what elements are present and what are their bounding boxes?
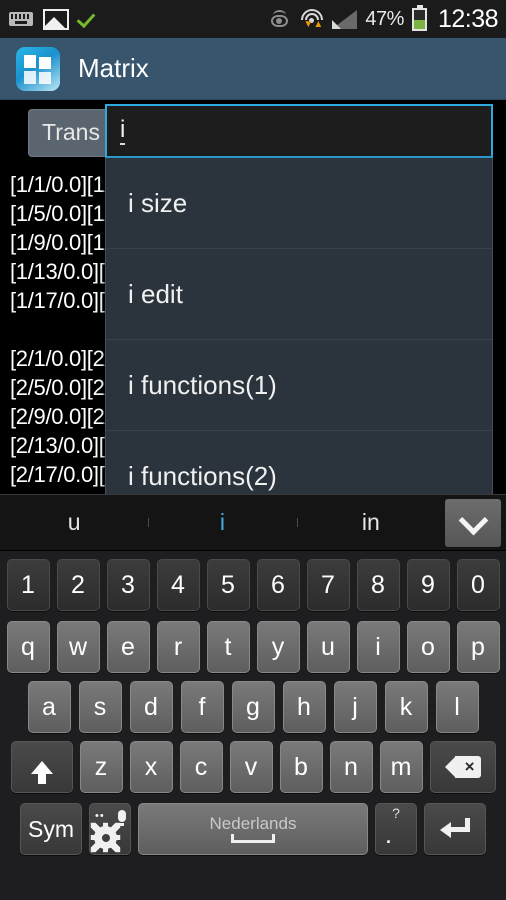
list-item[interactable]: i functions(1) xyxy=(106,340,492,431)
keyboard-rows: 1 2 3 4 5 6 7 8 9 0 q w e r t y u i o p … xyxy=(0,551,506,855)
key-l[interactable]: l xyxy=(435,681,479,733)
clock-label: 12:38 xyxy=(437,4,499,33)
key-d[interactable]: d xyxy=(129,681,173,733)
key-v[interactable]: v xyxy=(229,741,273,793)
period-key[interactable]: ? . xyxy=(375,803,417,855)
key-w[interactable]: w xyxy=(56,621,100,673)
key-f[interactable]: f xyxy=(180,681,224,733)
trans-button[interactable]: Trans xyxy=(28,109,114,157)
period-key-label: . xyxy=(385,821,392,849)
enter-key[interactable] xyxy=(424,803,486,855)
autocomplete-popup: i i size i edit i functions(1) i functio… xyxy=(105,104,493,523)
space-key[interactable]: Nederlands xyxy=(138,803,368,855)
key-e[interactable]: e xyxy=(106,621,150,673)
phone-screen: ▼▲ 47% 12:38 Matrix Trans [1/1/0.0][1/2/… xyxy=(0,0,506,900)
period-key-hint: ? xyxy=(392,805,400,821)
key-g[interactable]: g xyxy=(231,681,275,733)
key-9[interactable]: 9 xyxy=(406,559,450,611)
status-bar-left-icons xyxy=(0,8,101,30)
key-x[interactable]: x xyxy=(129,741,173,793)
keyboard-row-qwerty: q w e r t y u i o p xyxy=(0,621,506,673)
enter-icon xyxy=(440,818,470,840)
formula-input-value: i xyxy=(120,117,126,146)
key-q[interactable]: q xyxy=(6,621,50,673)
status-bar: ▼ ▲ 47% 12:38 xyxy=(0,0,506,38)
keyboard-row-zxcv: z x c v b n m × xyxy=(0,741,506,793)
key-r[interactable]: r xyxy=(156,621,200,673)
key-m[interactable]: m xyxy=(379,741,423,793)
key-j[interactable]: j xyxy=(333,681,377,733)
key-y[interactable]: y xyxy=(256,621,300,673)
suggestion-strip: u i in xyxy=(0,494,506,551)
keyboard-row-asdf: a s d f g h j k l xyxy=(0,681,506,733)
key-a[interactable]: a xyxy=(27,681,71,733)
key-3[interactable]: 3 xyxy=(106,559,150,611)
on-screen-keyboard: u i in 1 2 3 4 5 6 7 8 9 0 q w e r t y u… xyxy=(0,494,506,900)
suggestion-word-u[interactable]: u xyxy=(0,509,148,536)
suggestion-word-in[interactable]: in xyxy=(296,509,445,536)
key-z[interactable]: z xyxy=(79,741,123,793)
key-5[interactable]: 5 xyxy=(206,559,250,611)
key-1[interactable]: 1 xyxy=(6,559,50,611)
symbols-key[interactable]: Sym xyxy=(20,803,82,855)
keyboard-icon xyxy=(9,12,33,26)
page-title: Matrix xyxy=(78,53,149,83)
autocomplete-item-label: i functions(1) xyxy=(128,369,277,400)
checkmark-icon xyxy=(79,10,101,28)
keyboard-row-numbers: 1 2 3 4 5 6 7 8 9 0 xyxy=(0,559,506,611)
keyboard-row-bottom: Sym •• Nederlands ? . xyxy=(0,803,506,855)
key-n[interactable]: n xyxy=(329,741,373,793)
autocomplete-suggestion-list: i size i edit i functions(1) i functions… xyxy=(105,158,493,523)
autocomplete-item-label: i edit xyxy=(128,278,183,309)
suggestion-word-i[interactable]: i xyxy=(148,509,296,536)
key-h[interactable]: h xyxy=(282,681,326,733)
key-i[interactable]: i xyxy=(356,621,400,673)
eye-icon xyxy=(268,10,292,28)
formula-input-field[interactable]: i xyxy=(105,104,493,158)
key-s[interactable]: s xyxy=(78,681,122,733)
matrix-app-icon xyxy=(16,46,60,91)
autocomplete-item-label: i functions(2) xyxy=(128,461,277,491)
backspace-key[interactable]: × xyxy=(429,741,496,793)
key-k[interactable]: k xyxy=(384,681,428,733)
battery-icon xyxy=(411,4,427,31)
chevron-down-icon xyxy=(462,512,484,534)
screenshot-image-icon xyxy=(43,8,69,30)
key-0[interactable]: 0 xyxy=(456,559,500,611)
key-2[interactable]: 2 xyxy=(56,559,100,611)
shift-icon xyxy=(30,760,53,784)
key-b[interactable]: b xyxy=(279,741,323,793)
key-u[interactable]: u xyxy=(306,621,350,673)
wifi-icon: ▼ ▲ xyxy=(300,9,324,30)
key-t[interactable]: t xyxy=(206,621,250,673)
list-item[interactable]: i edit xyxy=(106,249,492,340)
key-o[interactable]: o xyxy=(406,621,450,673)
key-6[interactable]: 6 xyxy=(256,559,300,611)
space-key-language-label: Nederlands xyxy=(209,814,297,833)
list-item[interactable]: i size xyxy=(106,158,492,249)
expand-suggestions-button[interactable] xyxy=(444,498,501,547)
key-p[interactable]: p xyxy=(456,621,500,673)
key-4[interactable]: 4 xyxy=(156,559,200,611)
autocomplete-item-label: i size xyxy=(128,187,188,218)
key-8[interactable]: 8 xyxy=(356,559,400,611)
battery-percent-label: 47% xyxy=(365,7,404,30)
backspace-icon: × xyxy=(444,756,481,778)
space-bar-glyph xyxy=(231,834,275,843)
key-7[interactable]: 7 xyxy=(306,559,350,611)
signal-icon xyxy=(332,9,358,29)
key-c[interactable]: c xyxy=(179,741,223,793)
status-bar-right-icons: ▼ ▲ 47% 12:38 xyxy=(268,4,506,34)
gear-mic-icon: •• xyxy=(90,809,128,853)
shift-key[interactable] xyxy=(10,741,73,793)
settings-key[interactable]: •• xyxy=(89,803,131,855)
app-bar: Matrix xyxy=(0,38,506,100)
